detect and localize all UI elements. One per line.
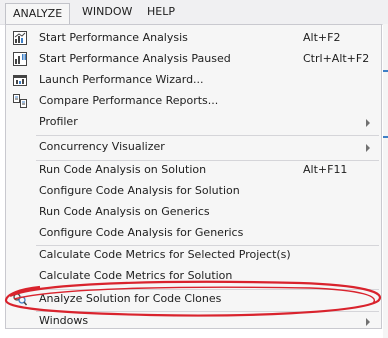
red-highlight-ellipse xyxy=(4,280,381,317)
